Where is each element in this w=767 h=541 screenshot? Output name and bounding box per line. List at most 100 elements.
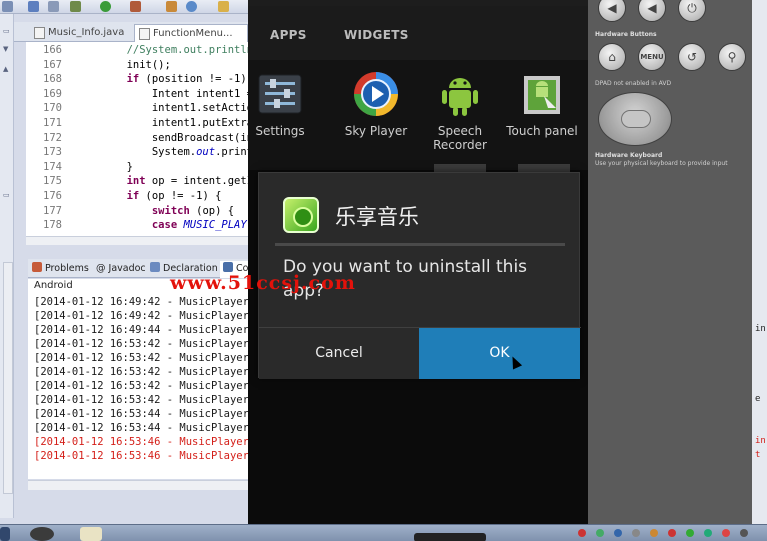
code-token: op = intent.getIn: [145, 175, 248, 188]
editor-tab-bar: Music_Info.java FunctionMenu...: [14, 22, 248, 42]
toolbar-debug-icon[interactable]: [70, 1, 81, 12]
back-button[interactable]: ↺: [678, 43, 706, 71]
code-token: int: [126, 175, 146, 188]
dialog-header: 乐享音乐: [259, 173, 581, 243]
console-output[interactable]: [2014-01-12 16:49:42 - MusicPlayer [2014-…: [28, 293, 248, 479]
code-token: case: [151, 219, 178, 232]
hardware-keyboard-label: Hardware Keyboard: [595, 152, 663, 159]
app-label: Speech Recorder: [433, 124, 487, 152]
power-button[interactable]: ⏻: [678, 0, 706, 22]
scroll-up-icon[interactable]: ▲: [3, 66, 11, 73]
code-line: 168 if (position != -1) {: [26, 72, 248, 87]
app-touch-panel[interactable]: Touch panel: [502, 70, 582, 138]
tab-label: FunctionMenu...: [153, 28, 233, 39]
code-line: 173 System.out.printl: [26, 145, 248, 160]
dpad-center-button[interactable]: [621, 110, 651, 128]
console-log-line: [2014-01-12 16:53:44 - MusicPlayer: [34, 408, 248, 420]
console-icon: [223, 262, 233, 272]
tray-icon[interactable]: [578, 529, 586, 537]
home-button[interactable]: ⌂: [598, 43, 626, 71]
taskbar-editor-app[interactable]: [80, 527, 102, 541]
apps-grid: Settings Sky Player Speech Recorder Touc…: [248, 60, 588, 180]
tray-icon[interactable]: [704, 529, 712, 537]
tray-icon[interactable]: [686, 529, 694, 537]
tab-widgets[interactable]: WIDGETS: [344, 28, 409, 42]
tray-icon[interactable]: [668, 529, 676, 537]
emulator-screen[interactable]: APPS WIDGETS Settings Sky Player Speech …: [248, 0, 588, 524]
code-token: if: [126, 190, 140, 202]
volume-down-button[interactable]: ◀: [598, 0, 626, 22]
tab-function-menu[interactable]: FunctionMenu...: [134, 24, 248, 42]
line-number: 167: [43, 58, 62, 71]
tab-label: Music_Info.java: [48, 27, 125, 38]
tray-icon[interactable]: [740, 529, 748, 537]
volume-up-button[interactable]: ◀: [638, 0, 666, 22]
tab-problems[interactable]: Problems: [32, 261, 89, 278]
taskbar-android-app[interactable]: [30, 527, 54, 541]
toolbar-save-icon[interactable]: [28, 1, 39, 12]
toolbar-new-icon[interactable]: [2, 1, 13, 12]
line-number: 177: [43, 204, 62, 217]
toolbar-run-icon[interactable]: [100, 1, 111, 12]
code-token: (op) {: [189, 204, 235, 217]
restore-icon[interactable]: ▭: [3, 28, 11, 35]
code-token: out: [196, 146, 216, 159]
code-token: System.: [76, 146, 197, 159]
cancel-button[interactable]: Cancel: [259, 328, 419, 379]
line-number: 172: [43, 131, 62, 144]
app-settings[interactable]: Settings: [248, 70, 320, 138]
site-watermark: www.51ccsj.com: [170, 272, 356, 294]
menu-button[interactable]: MENU: [638, 43, 666, 71]
search-button[interactable]: ⚲: [718, 43, 746, 71]
console-horizontal-scrollbar[interactable]: [28, 480, 248, 490]
taskbar-active-window[interactable]: [414, 533, 486, 541]
eclipse-toolbar: [0, 0, 248, 14]
tray-icon[interactable]: [650, 529, 658, 537]
app-label: Sky Player: [344, 124, 408, 138]
line-number: 173: [43, 146, 62, 159]
code-token: //System.out.println: [126, 44, 248, 56]
app-speech-recorder[interactable]: Speech Recorder: [420, 70, 500, 152]
clipped-text: in: [755, 324, 766, 334]
ok-button[interactable]: OK: [419, 328, 580, 379]
console-log-line: [2014-01-12 16:53:42 - MusicPlayer: [34, 338, 248, 350]
code-token: }: [76, 160, 133, 173]
toolbar-search-icon[interactable]: [48, 1, 59, 12]
code-token: (position != -1) {: [139, 73, 248, 86]
tray-icon[interactable]: [632, 529, 640, 537]
toolbar-open-folder-icon[interactable]: [218, 1, 229, 12]
console-vertical-scrollbar[interactable]: [3, 262, 13, 494]
toolbar-external-tools-icon[interactable]: [130, 1, 141, 12]
console-log-line: [2014-01-12 16:49:42 - MusicPlayer: [34, 310, 248, 322]
tray-icon[interactable]: [596, 529, 604, 537]
app-sky-player[interactable]: Sky Player: [336, 70, 416, 138]
code-token: .printl: [215, 146, 248, 159]
code-token: intent1.setAction: [76, 102, 248, 115]
tab-javadoc[interactable]: @ Javadoc: [96, 261, 146, 278]
console-log-line: [2014-01-12 16:53:42 - MusicPlayer: [34, 394, 248, 406]
console-log-line: [2014-01-12 16:53:42 - MusicPlayer: [34, 366, 248, 378]
code-editor[interactable]: 166 //System.out.println 167 init(); 168 i…: [26, 42, 248, 238]
tray-icon[interactable]: [722, 529, 730, 537]
java-file-icon: [139, 28, 150, 40]
dialog-title: 乐享音乐: [335, 205, 419, 229]
hardware-keyboard-hint: Use your physical keyboard to provide in…: [595, 160, 728, 167]
editor-horizontal-scrollbar[interactable]: [26, 236, 248, 245]
launcher-tab-bar: APPS WIDGETS: [248, 6, 588, 63]
tab-label: @ Javadoc: [96, 263, 146, 274]
console-log-line: [2014-01-12 16:49:44 - MusicPlayer: [34, 324, 248, 336]
chevron-down-icon[interactable]: ▼: [3, 46, 11, 53]
declaration-icon: [150, 262, 160, 272]
emulator-controls-panel: ◀ ◀ ⏻ Hardware Buttons ⌂ MENU ↺ ⚲ DPAD n…: [588, 0, 752, 524]
toolbar-grid-icon[interactable]: [166, 1, 177, 12]
tab-music-info-java[interactable]: Music_Info.java: [30, 24, 130, 42]
dpad-control[interactable]: [598, 92, 672, 146]
collapse-icon[interactable]: ▭: [3, 192, 11, 199]
tray-icon[interactable]: [614, 529, 622, 537]
taskbar-app-left[interactable]: [0, 527, 10, 541]
line-number: 169: [43, 87, 62, 100]
toolbar-refresh-icon[interactable]: [186, 1, 197, 12]
line-number: 168: [43, 73, 62, 86]
tab-apps[interactable]: APPS: [270, 28, 307, 42]
